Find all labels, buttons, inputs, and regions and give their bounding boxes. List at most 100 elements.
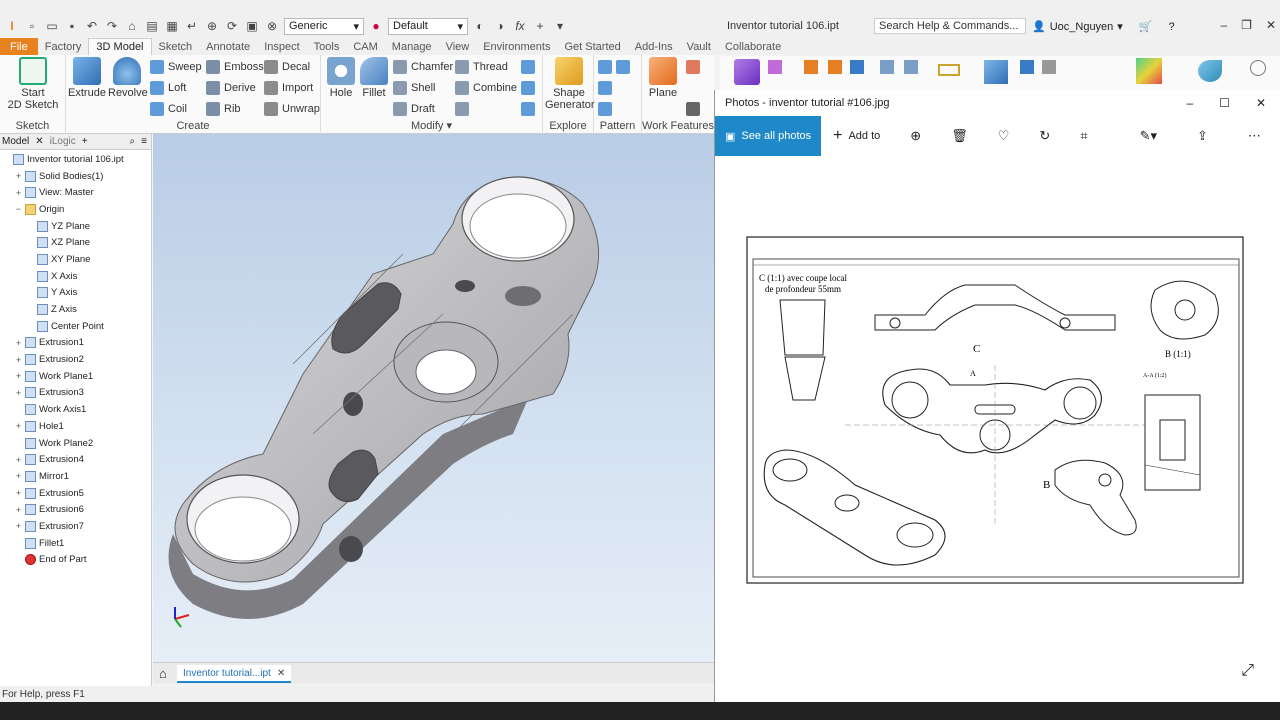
tab-annotate[interactable]: Annotate — [199, 38, 257, 55]
expand-icon[interactable]: + — [14, 455, 23, 465]
save-icon[interactable]: ▪ — [64, 18, 80, 34]
tree-node[interactable]: Fillet1 — [0, 535, 151, 552]
delete-icon[interactable]: 🗑 — [951, 128, 968, 144]
home-icon[interactable]: ⌂ — [124, 18, 140, 34]
grill-icon[interactable] — [828, 60, 842, 74]
print-3d-icon[interactable] — [1198, 60, 1222, 82]
rib-button[interactable]: Rib — [206, 100, 241, 118]
expand-icon[interactable]: + — [14, 505, 23, 515]
share-icon[interactable]: ⇪ — [1197, 128, 1208, 144]
freeform-icon[interactable] — [734, 59, 760, 85]
redo-icon[interactable]: ↷ — [104, 18, 120, 34]
shape-generator-button[interactable]: Shape Generator — [545, 57, 595, 111]
tab-factory[interactable]: Factory — [38, 38, 89, 55]
modify-extra-button[interactable] — [455, 100, 469, 118]
import-button[interactable]: Import — [264, 79, 313, 97]
axis-button[interactable] — [686, 58, 700, 76]
sketch-pattern-button[interactable] — [598, 100, 612, 118]
crop-icon[interactable]: ⌗ — [1080, 128, 1087, 144]
tab-3d-model[interactable]: 3D Model — [88, 38, 152, 55]
close-icon[interactable]: ✕ — [277, 668, 285, 679]
derive-button[interactable]: Derive — [206, 79, 256, 97]
tree-node[interactable]: Work Axis1 — [0, 401, 151, 418]
cart-icon[interactable]: 🛒 — [1139, 20, 1153, 33]
hole-button[interactable]: Hole — [325, 57, 357, 99]
rectangular-pattern-button[interactable] — [598, 58, 630, 76]
tree-node[interactable]: + Solid Bodies(1) — [0, 168, 151, 185]
expand-icon[interactable]: + — [14, 188, 23, 198]
rotate-icon[interactable]: ↻ — [1039, 128, 1050, 144]
help-icon[interactable]: ? — [1169, 21, 1175, 33]
tree-node[interactable]: Z Axis — [0, 301, 151, 318]
properties-icon[interactable]: ▣ — [244, 18, 260, 34]
expand-icon[interactable]: + — [14, 371, 23, 381]
zoom-icon[interactable]: ⊕ — [910, 128, 921, 144]
modify-side-button-2[interactable] — [521, 79, 535, 97]
close-icon[interactable]: ✕ — [1256, 96, 1266, 110]
tree-node[interactable]: Y Axis — [0, 285, 151, 302]
menu-icon[interactable]: ≡ — [141, 136, 147, 147]
tree-node[interactable]: + Mirror1 — [0, 468, 151, 485]
plugin-icon-1[interactable] — [1020, 60, 1034, 74]
tab-tools[interactable]: Tools — [307, 38, 347, 55]
material-dropdown[interactable]: Generic ▾ — [284, 17, 364, 35]
tab-collaborate[interactable]: Collaborate — [718, 38, 788, 55]
tab-manage[interactable]: Manage — [385, 38, 439, 55]
clear-icon[interactable]: ◑ — [492, 18, 508, 34]
settings-circle-icon[interactable] — [1250, 60, 1266, 76]
decal-button[interactable]: Decal — [264, 58, 310, 76]
thread-button[interactable]: Thread — [455, 58, 508, 76]
add-icon[interactable]: + — [532, 18, 548, 34]
emboss-button[interactable]: Emboss — [206, 58, 264, 76]
start-2d-sketch-button[interactable]: Start 2D Sketch — [6, 57, 60, 111]
favorite-icon[interactable]: ♡ — [998, 128, 1010, 144]
coil-button[interactable]: Coil — [150, 100, 187, 118]
minimize-icon[interactable]: – — [1220, 18, 1227, 32]
tab-vault[interactable]: Vault — [680, 38, 718, 55]
inventor-logo-icon[interactable]: I — [4, 18, 20, 34]
tree-node[interactable]: XZ Plane — [0, 234, 151, 251]
modify-side-button-1[interactable] — [521, 58, 535, 76]
modify-side-button-3[interactable] — [521, 100, 535, 118]
tree-node[interactable]: + Extrusion5 — [0, 485, 151, 502]
tab-get-started[interactable]: Get Started — [557, 38, 627, 55]
ucs-button[interactable] — [686, 100, 700, 118]
tree-node[interactable]: + Extrusion1 — [0, 335, 151, 352]
collapse-icon[interactable]: − — [14, 204, 23, 214]
tab-inspect[interactable]: Inspect — [257, 38, 306, 55]
select-icon[interactable]: ▦ — [164, 18, 180, 34]
expand-icon[interactable]: + — [14, 338, 23, 348]
update-icon[interactable]: ⟳ — [224, 18, 240, 34]
simplify-icon[interactable] — [904, 60, 918, 74]
new-file-icon[interactable]: ▫ — [24, 18, 40, 34]
fx-icon[interactable]: fx — [512, 18, 528, 34]
tree-node[interactable]: + Extrusion6 — [0, 501, 151, 518]
expand-icon[interactable]: + — [14, 521, 23, 531]
expand-icon[interactable]: + — [14, 471, 23, 481]
return-icon[interactable]: ↵ — [184, 18, 200, 34]
measure-icon[interactable]: ⊕ — [204, 18, 220, 34]
search-icon[interactable]: ⌕ — [130, 136, 136, 147]
tree-node[interactable]: Work Plane2 — [0, 435, 151, 452]
expand-icon[interactable]: + — [14, 488, 23, 498]
draft-button[interactable]: Draft — [393, 100, 435, 118]
combine-button[interactable]: Combine — [455, 79, 517, 97]
plane-button[interactable]: Plane — [644, 57, 682, 99]
tab-file[interactable]: File — [0, 38, 38, 55]
tree-node[interactable]: + Extrusion7 — [0, 518, 151, 535]
edit-create-icon[interactable]: ✎▾ — [1140, 128, 1157, 144]
expand-icon[interactable]: + — [14, 388, 23, 398]
shell-button[interactable]: Shell — [393, 79, 435, 97]
circular-pattern-button[interactable] — [598, 79, 612, 97]
close-icon[interactable]: ✕ — [1266, 18, 1276, 32]
undo-icon[interactable]: ↶ — [84, 18, 100, 34]
tree-node[interactable]: Center Point — [0, 318, 151, 335]
home-icon[interactable]: ⌂ — [159, 666, 167, 681]
appearance-icon[interactable]: ● — [368, 18, 384, 34]
tree-node[interactable]: XY Plane — [0, 251, 151, 268]
open-icon[interactable]: ▭ — [44, 18, 60, 34]
tree-node[interactable]: + Extrusion2 — [0, 351, 151, 368]
tree-node[interactable]: − Origin — [0, 201, 151, 218]
convert-icon[interactable] — [880, 60, 894, 74]
revolve-button[interactable]: Revolve — [108, 57, 148, 99]
